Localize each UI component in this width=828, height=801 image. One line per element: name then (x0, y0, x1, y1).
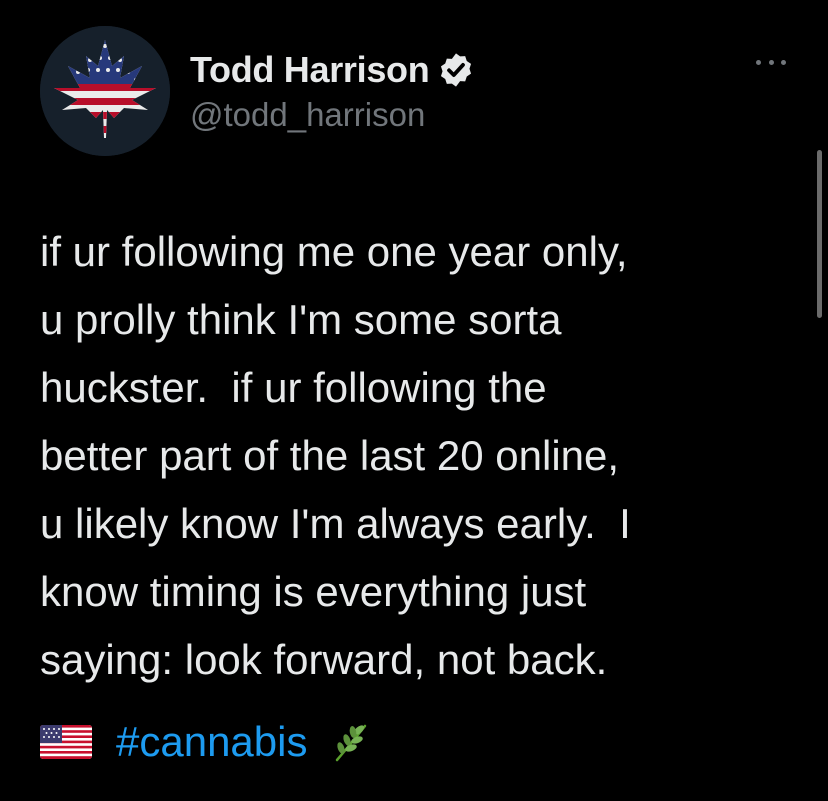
tweet-line: huckster. if ur following the (40, 364, 547, 411)
tweet-line: if ur following me one year only, (40, 228, 628, 275)
tweet-header: Todd Harrison @todd_harrison (40, 26, 788, 156)
more-options-icon[interactable] (756, 56, 786, 68)
hashtag-link[interactable]: #cannabis (116, 718, 307, 766)
tweet-tags-row: #cannabis (40, 712, 373, 772)
display-name[interactable]: Todd Harrison (190, 49, 430, 91)
dot (756, 59, 761, 65)
tweet-line: saying: look forward, not back. (40, 636, 608, 683)
tweet-line: u prolly think I'm some sorta (40, 296, 562, 343)
cannabis-flag-avatar-icon (40, 26, 170, 156)
tweet-line: u likely know I'm always early. I (40, 500, 631, 547)
scrollbar[interactable] (817, 150, 822, 318)
tweet-line: know timing is everything just (40, 568, 587, 615)
handle[interactable]: @todd_harrison (190, 96, 475, 134)
dot (781, 59, 786, 65)
herb-icon (336, 724, 367, 762)
display-name-row: Todd Harrison (190, 48, 475, 92)
author-names: Todd Harrison @todd_harrison (190, 48, 475, 134)
us-flag-icon (40, 725, 92, 759)
avatar[interactable] (40, 26, 170, 156)
dot (768, 59, 774, 65)
tweet-text: if ur following me one year only, u prol… (40, 218, 800, 694)
tweet-line: better part of the last 20 online, (40, 432, 620, 479)
verified-badge-icon[interactable] (437, 51, 475, 89)
